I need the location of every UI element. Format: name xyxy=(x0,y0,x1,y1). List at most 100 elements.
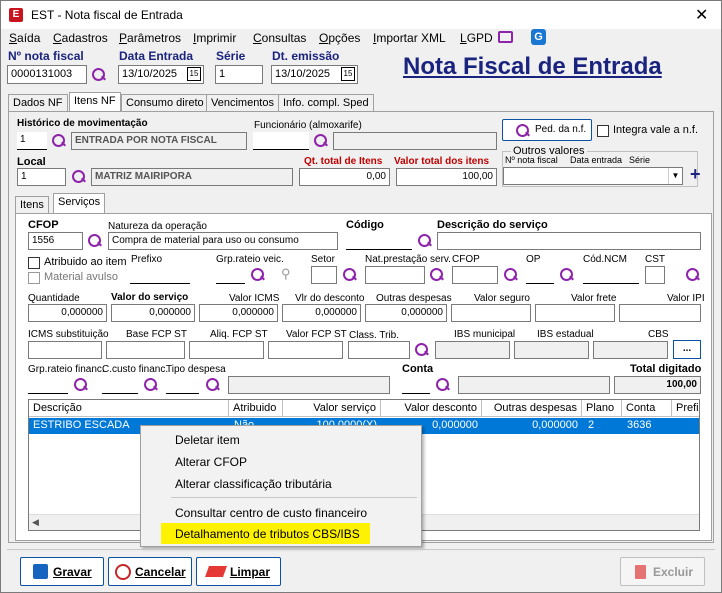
nota-fiscal-field[interactable]: 0000131003 xyxy=(7,65,87,84)
search-op-icon[interactable] xyxy=(559,267,574,282)
search-class-trib-icon[interactable] xyxy=(414,342,429,357)
quantidade-label: Quantidade xyxy=(28,293,80,304)
cst-field[interactable] xyxy=(645,266,665,284)
g-app-icon[interactable]: G xyxy=(531,29,546,45)
nat-prestacao-field[interactable] xyxy=(365,266,425,284)
outros-valores-select[interactable] xyxy=(503,167,683,185)
outras-despesas-field[interactable]: 0,000000 xyxy=(365,304,447,322)
tipo-despesa-field[interactable] xyxy=(166,376,199,394)
limpar-button[interactable]: Limpar xyxy=(196,557,281,586)
tab-consumo-direto[interactable]: Consumo direto xyxy=(121,94,209,112)
search-local-icon[interactable] xyxy=(71,169,86,184)
valor-seguro-field[interactable] xyxy=(451,304,531,322)
vehicle-search-icon[interactable]: ⚲ xyxy=(281,266,291,282)
historico-code-field[interactable]: 1 xyxy=(17,132,47,150)
search-funcionario-icon[interactable] xyxy=(313,133,328,148)
natureza-field[interactable]: Compra de material para uso ou consumo xyxy=(108,232,338,250)
menu-saida[interactable]: Saída xyxy=(9,31,40,45)
vlr-desconto-field[interactable]: 0,000000 xyxy=(282,304,361,322)
cancelar-button[interactable]: Cancelar xyxy=(108,557,192,586)
grp-rateio-field[interactable] xyxy=(216,266,245,284)
prefixo-field[interactable] xyxy=(130,266,190,284)
valor-icms-field[interactable]: 0,000000 xyxy=(199,304,278,322)
search-tipo-despesa-icon[interactable] xyxy=(205,377,220,392)
menu-item-alterar-cfop[interactable]: Alterar CFOP xyxy=(175,455,247,469)
conta-field[interactable] xyxy=(402,376,430,394)
local-code-field[interactable]: 1 xyxy=(17,168,66,186)
grid-header-valor-servico[interactable]: Valor serviço xyxy=(283,400,381,417)
search-nota-icon[interactable] xyxy=(91,67,106,82)
tab-itens-nf[interactable]: Itens NF xyxy=(69,92,121,112)
valor-ipi-field[interactable] xyxy=(619,304,701,322)
menu-item-detalhamento-cbs-ibs[interactable]: Detalhamento de tributos CBS/IBS xyxy=(175,527,360,541)
atribuido-checkbox[interactable] xyxy=(28,257,40,269)
class-trib-field[interactable] xyxy=(348,341,410,359)
icms-sub-field[interactable] xyxy=(28,341,102,359)
chevron-down-icon[interactable]: ▼ xyxy=(668,168,682,184)
valor-icms-label: Valor ICMS xyxy=(229,293,280,304)
aliq-fcp-field[interactable] xyxy=(189,341,264,359)
tab-dados-nf[interactable]: Dados NF xyxy=(8,94,68,112)
valor-servico-field[interactable]: 0,000000 xyxy=(111,304,195,322)
quantidade-field[interactable]: 0,000000 xyxy=(28,304,107,322)
search-grp-fin-icon[interactable] xyxy=(73,377,88,392)
op-field[interactable] xyxy=(526,266,554,284)
descricao-servico-field[interactable] xyxy=(437,232,701,250)
search-conta-icon[interactable] xyxy=(435,377,450,392)
menu-opcoes[interactable]: Opções xyxy=(319,31,360,45)
cfop-field[interactable]: 1556 xyxy=(28,232,83,250)
menu-item-consultar-centro-custo[interactable]: Consultar centro de custo financeiro xyxy=(175,506,367,520)
c-custo-field[interactable] xyxy=(102,376,138,394)
menu-consultas[interactable]: Consultas xyxy=(253,31,306,45)
subtab-servicos[interactable]: Serviços xyxy=(53,193,106,214)
menu-item-deletar[interactable]: Deletar item xyxy=(175,433,240,447)
search-c-custo-icon[interactable] xyxy=(143,377,158,392)
cbs-details-button[interactable]: ... xyxy=(673,340,701,359)
grid-header-valor-desconto[interactable]: Valor desconto xyxy=(381,400,482,417)
search-grp-rateio-icon[interactable] xyxy=(250,267,265,282)
menu-item-alterar-classificacao[interactable]: Alterar classificação tributária xyxy=(175,477,332,491)
setor-field[interactable] xyxy=(311,266,337,284)
search-cfop2-icon[interactable] xyxy=(503,267,518,282)
menu-lgpd[interactable]: LGPD xyxy=(460,31,493,45)
tab-vencimentos[interactable]: Vencimentos xyxy=(206,94,279,112)
codigo-field[interactable] xyxy=(346,232,412,250)
cod-ncm-field[interactable] xyxy=(583,266,639,284)
search-codigo-icon[interactable] xyxy=(417,233,432,248)
tab-info-compl-sped[interactable]: Info. compl. Sped xyxy=(278,94,374,112)
base-fcp-field[interactable] xyxy=(106,341,185,359)
grid-header-prefixo[interactable]: Prefixo xyxy=(672,400,699,417)
material-avulso-checkbox[interactable] xyxy=(28,272,40,284)
menu-parametros[interactable]: Parâmetros xyxy=(119,31,181,45)
calendar-emissao-icon[interactable]: 15 xyxy=(341,67,355,81)
scroll-left-icon[interactable]: ◀ xyxy=(32,517,39,528)
grid-header-atribuido[interactable]: Atribuido xyxy=(229,400,283,417)
add-icon[interactable]: + xyxy=(690,164,701,185)
menu-cadastros[interactable]: Cadastros xyxy=(53,31,108,45)
grid-header-descricao[interactable]: Descrição xyxy=(29,400,229,417)
integra-checkbox[interactable] xyxy=(597,125,609,137)
subtab-itens[interactable]: Itens xyxy=(15,196,49,214)
cfop2-field[interactable] xyxy=(452,266,498,284)
search-historico-icon[interactable] xyxy=(51,133,66,148)
valor-fcp-field[interactable] xyxy=(268,341,343,359)
search-cst-icon[interactable] xyxy=(685,267,700,282)
ped-nf-button[interactable]: Ped. da n.f. xyxy=(502,119,592,141)
grp-rateio-fin-field[interactable] xyxy=(28,376,68,394)
search-nat-prestacao-icon[interactable] xyxy=(429,267,444,282)
search-setor-icon[interactable] xyxy=(342,267,357,282)
grid-header-conta[interactable]: Conta xyxy=(622,400,672,417)
search-cfop-icon[interactable] xyxy=(87,233,102,248)
serie-field[interactable]: 1 xyxy=(215,65,263,84)
excluir-button[interactable]: Excluir xyxy=(620,557,705,586)
monitor-icon[interactable] xyxy=(498,31,513,43)
menu-imprimir[interactable]: Imprimir xyxy=(193,31,236,45)
gravar-button[interactable]: Gravar xyxy=(20,557,104,586)
valor-frete-field[interactable] xyxy=(535,304,615,322)
funcionario-field[interactable] xyxy=(253,132,309,150)
calendar-entrada-icon[interactable]: 15 xyxy=(187,67,201,81)
grid-header-outras-despesas[interactable]: Outras despesas xyxy=(482,400,582,417)
grid-header-plano[interactable]: Plano xyxy=(582,400,622,417)
menu-importar-xml[interactable]: Importar XML xyxy=(373,31,446,45)
close-icon[interactable]: ✕ xyxy=(695,5,708,25)
